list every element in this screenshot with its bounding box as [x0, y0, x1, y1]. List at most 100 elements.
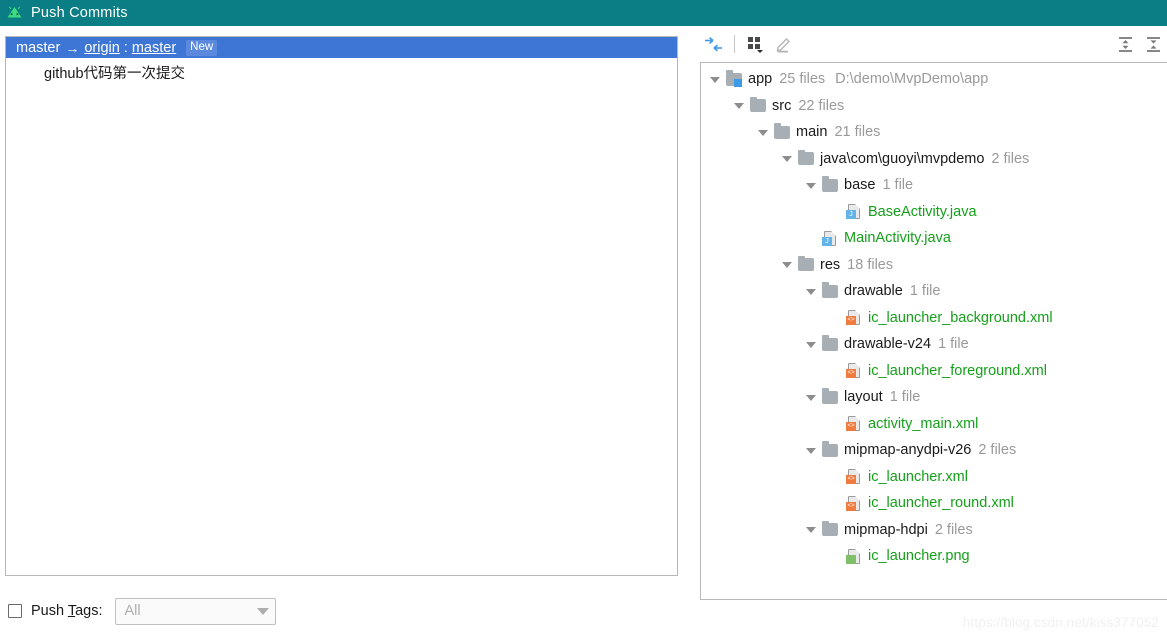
tree-twisty-blank: [829, 364, 842, 377]
arrow-icon: →: [65, 39, 80, 56]
tree-node-file-count: 21 files: [834, 124, 881, 141]
window-title-bar: Push Commits: [0, 0, 1167, 26]
remote-branch-link[interactable]: master: [132, 40, 176, 56]
tree-node-label: ic_launcher_round.xml: [868, 495, 1014, 512]
tree-node-path: D:\demo\MvpDemo\app: [835, 71, 989, 88]
commits-list-panel[interactable]: master → origin : master New github代码第一次…: [5, 36, 678, 576]
tree-node-label: activity_main.xml: [868, 415, 979, 432]
push-tags-combo[interactable]: All: [114, 597, 276, 625]
folder-icon: [822, 335, 839, 352]
android-studio-icon: [6, 5, 23, 22]
tree-node-file-count: 22 files: [798, 97, 845, 114]
remote-name-link[interactable]: origin: [84, 40, 119, 56]
tree-row[interactable]: mipmap-hdpi 2 files: [701, 517, 1167, 544]
java-file-icon: J: [846, 204, 863, 220]
chevron-down-icon[interactable]: [781, 258, 794, 271]
tree-node-label: ic_launcher_background.xml: [868, 309, 1053, 326]
tree-row[interactable]: J MainActivity.java: [701, 225, 1167, 252]
tree-row[interactable]: mipmap-anydpi-v26 2 files: [701, 437, 1167, 464]
chevron-down-icon[interactable]: [805, 338, 818, 351]
folder-icon: [798, 255, 815, 272]
xml-file-icon: <>: [846, 363, 863, 379]
tree-twisty-blank: [829, 470, 842, 483]
tree-node-label: layout: [844, 389, 883, 406]
tree-row[interactable]: <> ic_launcher.xml: [701, 464, 1167, 491]
tree-toolbar: [694, 26, 1167, 62]
chevron-down-icon[interactable]: [805, 179, 818, 192]
collapse-all-icon[interactable]: [1139, 31, 1167, 57]
commit-message[interactable]: github代码第一次提交: [6, 58, 677, 83]
tree-row[interactable]: ic_launcher.png: [701, 543, 1167, 570]
chevron-down-icon[interactable]: [256, 607, 269, 615]
push-tags-label-pre: Push: [31, 603, 68, 619]
tree-node-label: BaseActivity.java: [868, 203, 977, 220]
folder-icon: [798, 149, 815, 166]
tree-row[interactable]: <> ic_launcher_foreground.xml: [701, 358, 1167, 385]
folder-icon: [822, 520, 839, 537]
chevron-down-icon[interactable]: [805, 444, 818, 457]
tree-row[interactable]: main 21 files: [701, 119, 1167, 146]
chevron-down-icon[interactable]: [733, 99, 746, 112]
collapse-diff-icon[interactable]: [699, 31, 727, 57]
tree-twisty-blank: [829, 497, 842, 510]
tree-twisty-blank: [805, 232, 818, 245]
tree-node-file-count: 1 file: [938, 336, 969, 353]
tree-row[interactable]: <> ic_launcher_round.xml: [701, 490, 1167, 517]
chevron-down-icon[interactable]: [805, 285, 818, 298]
tree-twisty-blank: [829, 417, 842, 430]
tree-node-label: mipmap-hdpi: [844, 521, 928, 538]
panel-splitter[interactable]: [679, 36, 693, 576]
tree-twisty-blank: [829, 205, 842, 218]
xml-file-icon: <>: [846, 495, 863, 511]
tree-row[interactable]: <> activity_main.xml: [701, 411, 1167, 438]
push-tags-combo-value: All: [124, 603, 141, 619]
tree-node-file-count: 1 file: [909, 283, 941, 300]
tree-node-file-count: 1 file: [882, 177, 914, 194]
folder-icon: [822, 282, 839, 299]
toolbar-separator: [734, 35, 735, 53]
chevron-down-icon[interactable]: [757, 126, 770, 139]
tree-row[interactable]: J BaseActivity.java: [701, 199, 1167, 226]
tree-row[interactable]: drawable 1 file: [701, 278, 1167, 305]
chevron-down-icon[interactable]: [805, 391, 818, 404]
push-tags-checkbox[interactable]: [8, 604, 22, 618]
tree-node-label: base: [844, 177, 876, 194]
changed-files-tree[interactable]: app 25 files D:\demo\MvpDemo\app src 22 file…: [700, 62, 1167, 600]
expand-all-icon[interactable]: [1111, 31, 1139, 57]
tree-row[interactable]: src 22 files: [701, 93, 1167, 120]
tree-row[interactable]: drawable-v24 1 file: [701, 331, 1167, 358]
group-by-icon[interactable]: [742, 31, 770, 57]
tree-row[interactable]: layout 1 file: [701, 384, 1167, 411]
push-tags-mnemonic: T: [67, 603, 76, 619]
branch-separator: :: [123, 39, 128, 56]
tree-row[interactable]: res 18 files: [701, 252, 1167, 279]
tree-node-label: drawable-v24: [844, 336, 932, 353]
chevron-down-icon[interactable]: [781, 152, 794, 165]
tree-node-label: main: [796, 124, 828, 141]
folder-icon: [822, 441, 839, 458]
folder-icon: [750, 96, 767, 113]
edit-source-icon: [770, 31, 798, 57]
tree-row[interactable]: app 25 files D:\demo\MvpDemo\app: [701, 66, 1167, 93]
window-title: Push Commits: [31, 4, 128, 21]
tree-rows-container: app 25 files D:\demo\MvpDemo\app src 22 file…: [701, 63, 1167, 570]
chevron-down-icon[interactable]: [709, 73, 722, 86]
push-commits-dialog: Push Commits master → origin : master Ne…: [0, 0, 1167, 636]
tree-row[interactable]: base 1 file: [701, 172, 1167, 199]
tree-twisty-blank: [829, 550, 842, 563]
xml-file-icon: <>: [846, 469, 863, 485]
tree-node-label: ic_launcher_foreground.xml: [868, 362, 1047, 379]
watermark: https://blog.csdn.net/kiss377052: [962, 615, 1159, 630]
branch-row[interactable]: master → origin : master New: [6, 37, 677, 58]
tree-row[interactable]: java\com\guoyi\mvpdemo 2 files: [701, 146, 1167, 173]
folder-icon: [822, 388, 839, 405]
dialog-body: master → origin : master New github代码第一次…: [0, 26, 1167, 636]
tree-node-file-count: 2 files: [991, 150, 1030, 167]
push-tags-label: Push Tags:: [31, 603, 103, 619]
tree-node-label: res: [820, 256, 841, 273]
xml-file-icon: <>: [846, 310, 863, 326]
chevron-down-icon[interactable]: [805, 523, 818, 536]
tree-node-label: java\com\guoyi\mvpdemo: [820, 150, 985, 167]
tree-twisty-blank: [829, 311, 842, 324]
tree-row[interactable]: <> ic_launcher_background.xml: [701, 305, 1167, 332]
